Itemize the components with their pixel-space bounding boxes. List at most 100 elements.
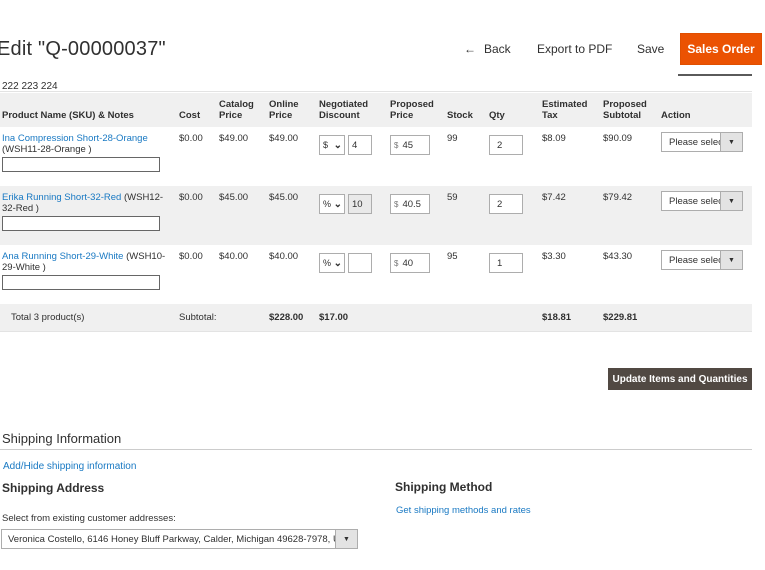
shipping-section-title: Shipping Information: [2, 431, 122, 446]
col-stock: Stock: [445, 93, 487, 127]
proposed-price-cell: $45: [388, 127, 445, 186]
page-title: Edit "Q-00000037": [0, 38, 166, 60]
discount-type-value: %: [323, 199, 332, 209]
action-select-value: Please select: [669, 195, 720, 207]
cost-cell: $0.00: [179, 133, 203, 144]
proposed-price-input[interactable]: $40.5: [390, 194, 430, 214]
qty-input[interactable]: 1: [489, 253, 523, 273]
discount-type-select[interactable]: % ⌄: [319, 194, 345, 214]
col-proposed-price: Proposed Price: [388, 93, 445, 127]
currency-symbol: $: [394, 258, 399, 268]
col-catalog-price: Catalog Price: [217, 93, 267, 127]
product-link[interactable]: Ana Running Short-29-White: [2, 251, 123, 262]
action-select-value: Please select: [669, 254, 720, 266]
tax-cell: $8.09: [542, 133, 566, 144]
action-select[interactable]: Please select ▼: [661, 250, 743, 270]
chevron-down-icon: ⌄: [333, 139, 342, 151]
product-link[interactable]: Ina Compression Short-28-Orange: [2, 133, 148, 144]
discount-type-select[interactable]: % ⌄: [319, 253, 345, 273]
proposed-price-input[interactable]: $45: [390, 135, 430, 155]
discount-type-value: %: [323, 258, 332, 268]
col-online-price: Online Price: [267, 93, 317, 127]
tax-cell: $3.30: [542, 251, 566, 262]
col-negotiated-discount: Negotiated Discount: [317, 93, 388, 127]
action-select-value: Please select: [669, 136, 720, 148]
product-note-input[interactable]: [2, 275, 160, 290]
proposed-price-value: 45: [402, 139, 414, 151]
add-hide-shipping-link[interactable]: Add/Hide shipping information: [3, 461, 136, 472]
qty-cell: 1: [487, 245, 540, 304]
col-cost: Cost: [177, 93, 217, 127]
table-row: Ana Running Short-29-White (WSH10-29-Whi…: [0, 245, 752, 304]
back-label: Back: [484, 42, 511, 56]
product-note-input[interactable]: [2, 216, 160, 231]
page-header: Edit "Q-00000037" ← Back Export to PDF Sa…: [0, 30, 765, 76]
product-sku: (WSH11-28-Orange ): [2, 144, 92, 155]
discount-value-input[interactable]: 4: [348, 135, 372, 155]
col-action: Action: [659, 93, 752, 127]
chevron-down-icon: ⌄: [333, 257, 342, 269]
get-shipping-methods-link[interactable]: Get shipping methods and rates: [396, 505, 531, 516]
discount-value-input[interactable]: 10: [348, 194, 372, 214]
chevron-down-icon: ⌄: [333, 198, 342, 210]
total-tax: $18.81: [540, 304, 601, 332]
total-subtotal: $229.81: [601, 304, 659, 332]
export-pdf-button[interactable]: Export to PDF: [537, 42, 612, 56]
discount-value-input[interactable]: [348, 253, 372, 273]
save-button[interactable]: Save: [637, 42, 664, 56]
proposed-price-input[interactable]: $40: [390, 253, 430, 273]
discount-type-value: $: [323, 140, 329, 150]
discount-cell: % ⌄ 10: [317, 186, 388, 245]
update-items-button[interactable]: Update Items and Quantities: [608, 368, 752, 390]
tax-cell: $7.42: [540, 186, 601, 245]
proposed-price-cell: $40: [388, 245, 445, 304]
subtotal-cell: $43.30: [603, 251, 633, 262]
proposed-price-cell: $40.5: [388, 186, 445, 245]
online-price-cell: $49.00: [269, 133, 299, 144]
triangle-down-icon: ▼: [335, 530, 357, 548]
proposed-price-value: 40.5: [402, 198, 421, 210]
triangle-down-icon: ▼: [720, 133, 742, 151]
discount-cell: % ⌄: [317, 245, 388, 304]
total-discount: $17.00: [317, 304, 388, 332]
qty-input[interactable]: 2: [489, 194, 523, 214]
qty-cell: 2: [487, 186, 540, 245]
back-button[interactable]: ← Back: [464, 42, 511, 56]
divider: [0, 91, 752, 92]
action-cell: Please select ▼: [659, 245, 752, 304]
qty-cell: 2: [487, 127, 540, 186]
table-row: Ina Compression Short-28-Orange (WSH11-2…: [0, 127, 752, 186]
action-cell: Please select ▼: [659, 186, 752, 245]
col-product: Product Name (SKU) & Notes: [0, 93, 177, 127]
qty-input[interactable]: 2: [489, 135, 523, 155]
divider: [0, 449, 752, 450]
total-empty: [388, 304, 540, 332]
online-price-cell: $40.00: [269, 251, 299, 262]
total-products-label: Total 3 product(s): [0, 304, 177, 332]
total-online-price: $228.00: [267, 304, 317, 332]
discount-cell: $ ⌄ 4: [317, 127, 388, 186]
action-cell: Please select ▼: [659, 127, 752, 186]
address-select-label: Select from existing customer addresses:: [2, 513, 176, 524]
triangle-down-icon: ▼: [720, 251, 742, 269]
shipping-address-title: Shipping Address: [2, 481, 105, 495]
stock-cell: 99: [447, 133, 458, 144]
action-select[interactable]: Please select ▼: [661, 191, 743, 211]
col-proposed-subtotal: Proposed Subtotal: [601, 93, 659, 127]
online-price-cell: $45.00: [267, 186, 317, 245]
totals-row: Total 3 product(s) Subtotal: $228.00 $17…: [0, 304, 752, 332]
product-note-input[interactable]: [2, 157, 160, 172]
product-link[interactable]: Erika Running Short-32-Red: [2, 192, 121, 203]
table-header-row: Product Name (SKU) & Notes Cost Catalog …: [0, 93, 752, 127]
action-select[interactable]: Please select ▼: [661, 132, 743, 152]
button-underline: [678, 74, 752, 76]
currency-symbol: $: [394, 199, 399, 209]
discount-type-select[interactable]: $ ⌄: [319, 135, 345, 155]
address-select[interactable]: Veronica Costello, 6146 Honey Bluff Park…: [1, 529, 358, 549]
subtotal-label: Subtotal:: [177, 304, 267, 332]
sales-order-button[interactable]: Sales Order: [680, 33, 762, 65]
catalog-price-cell: $49.00: [219, 133, 249, 144]
col-estimated-tax: Estimated Tax: [540, 93, 601, 127]
proposed-price-value: 40: [402, 257, 414, 269]
items-table: Product Name (SKU) & Notes Cost Catalog …: [0, 93, 752, 332]
